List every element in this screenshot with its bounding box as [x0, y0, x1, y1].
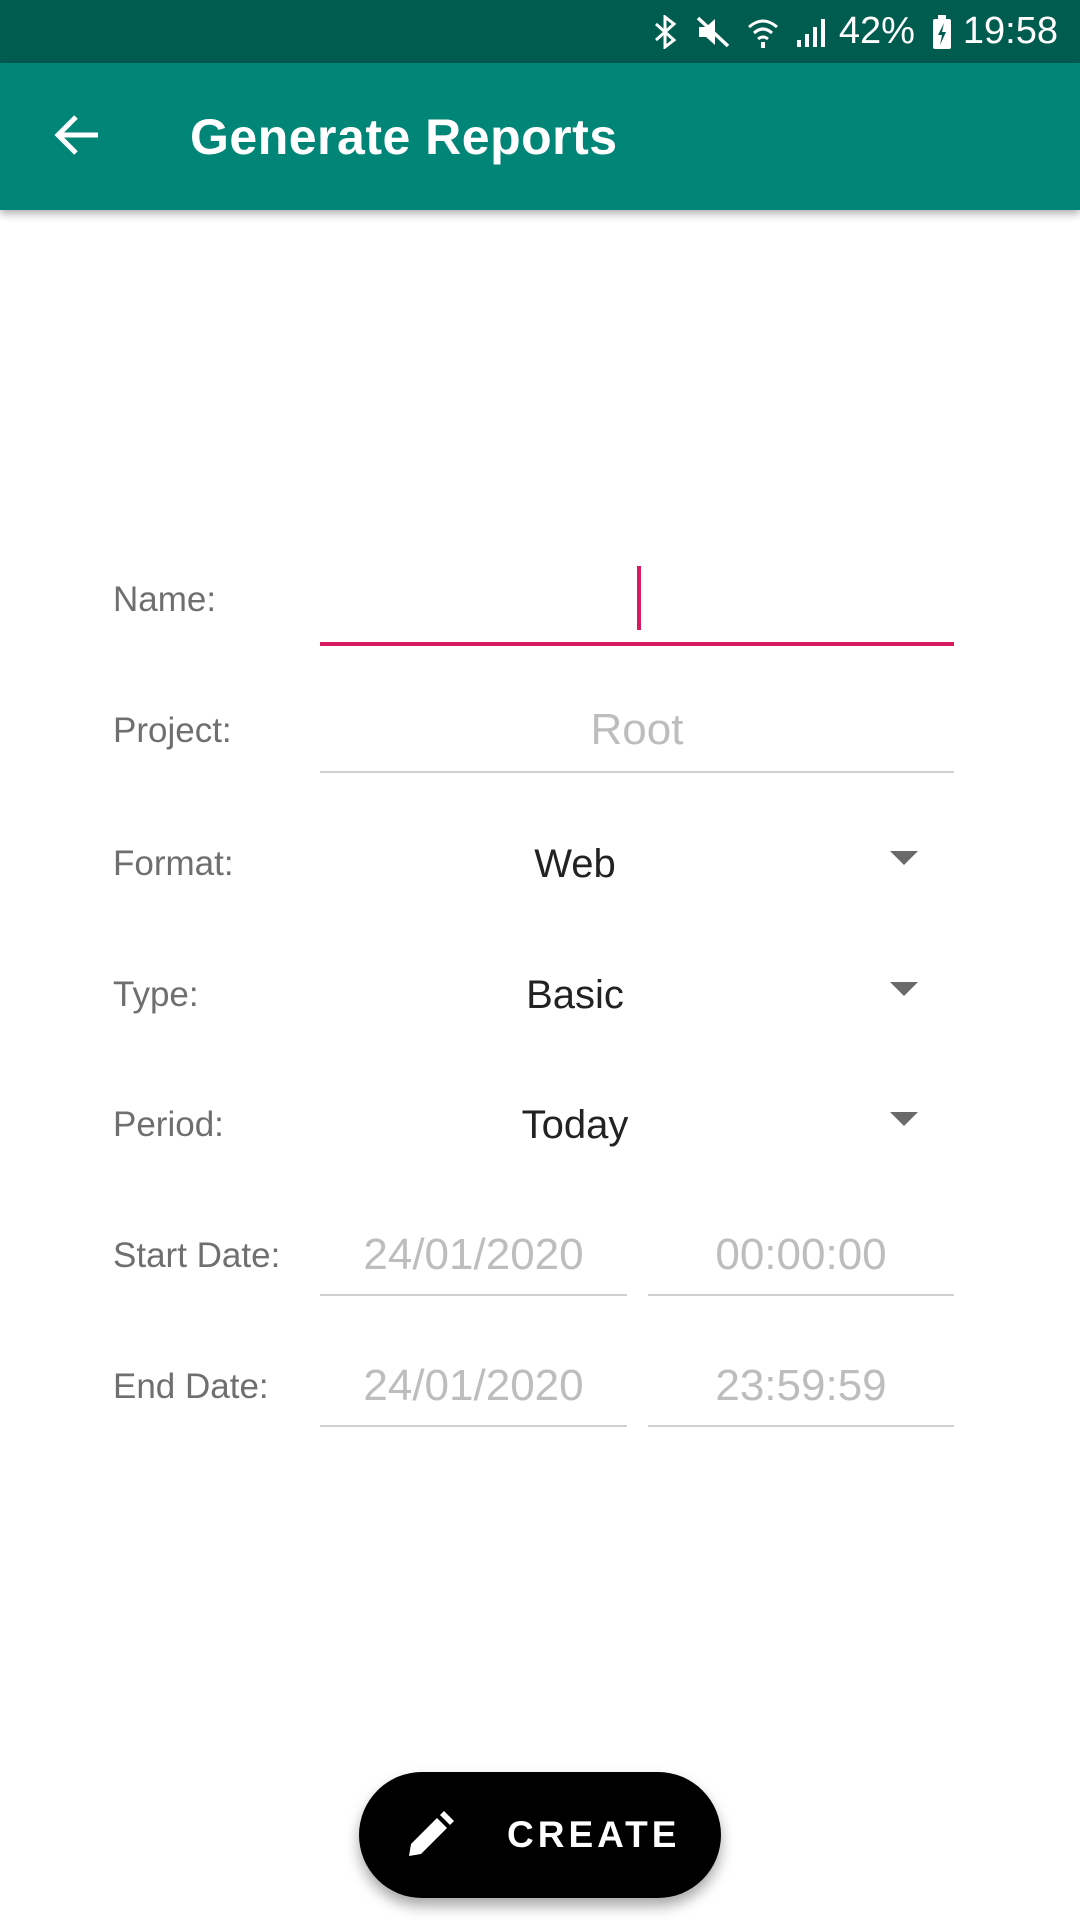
dropdown-arrow-icon: [890, 982, 918, 996]
status-bar: 42% 19:58: [0, 0, 1080, 63]
period-row: Period: Today: [0, 1090, 1080, 1160]
format-row: Format: Web: [0, 829, 1080, 899]
type-label: Type:: [113, 975, 199, 1014]
start-date-row: Start Date: 24/01/2020 00:00:00: [0, 1220, 1080, 1300]
battery-charging-icon: [931, 0, 953, 63]
app-bar: Generate Reports: [0, 63, 1080, 210]
wifi-icon: [747, 0, 779, 63]
bluetooth-icon: [653, 0, 679, 63]
arrow-back-icon: [54, 113, 102, 162]
format-label: Format:: [113, 844, 234, 883]
end-date-row: End Date: 24/01/2020 23:59:59: [0, 1351, 1080, 1431]
type-dropdown[interactable]: Basic: [320, 960, 954, 1030]
project-row: Project: Root: [0, 695, 1080, 775]
type-value: Basic: [526, 973, 624, 1017]
start-date-label: Start Date:: [113, 1236, 281, 1275]
project-field[interactable]: Root: [320, 695, 954, 773]
name-label: Name:: [113, 580, 217, 619]
signal-icon: [795, 0, 829, 63]
clock: 19:58: [962, 10, 1058, 52]
dropdown-arrow-icon: [890, 851, 918, 865]
format-dropdown[interactable]: Web: [320, 829, 954, 899]
format-value: Web: [534, 842, 616, 886]
end-date-field[interactable]: 24/01/2020: [320, 1351, 627, 1427]
battery-percent: 42%: [838, 10, 915, 52]
name-row: Name:: [0, 560, 1080, 650]
start-time-field[interactable]: 00:00:00: [648, 1220, 954, 1296]
period-dropdown[interactable]: Today: [320, 1090, 954, 1160]
create-label: CREATE: [507, 1814, 681, 1855]
end-date-label: End Date:: [113, 1367, 269, 1406]
pencil-icon: [405, 1810, 455, 1860]
period-value: Today: [521, 1103, 629, 1147]
end-time-field[interactable]: 23:59:59: [648, 1351, 954, 1427]
create-button[interactable]: CREATE: [359, 1772, 721, 1898]
project-label: Project:: [113, 711, 232, 750]
start-date-field[interactable]: 24/01/2020: [320, 1220, 627, 1296]
page-title: Generate Reports: [190, 108, 618, 165]
type-row: Type: Basic: [0, 960, 1080, 1030]
back-button[interactable]: [34, 93, 122, 181]
mute-icon: [695, 0, 731, 63]
period-label: Period:: [113, 1105, 224, 1144]
dropdown-arrow-icon: [890, 1112, 918, 1126]
text-caret: [637, 566, 641, 630]
